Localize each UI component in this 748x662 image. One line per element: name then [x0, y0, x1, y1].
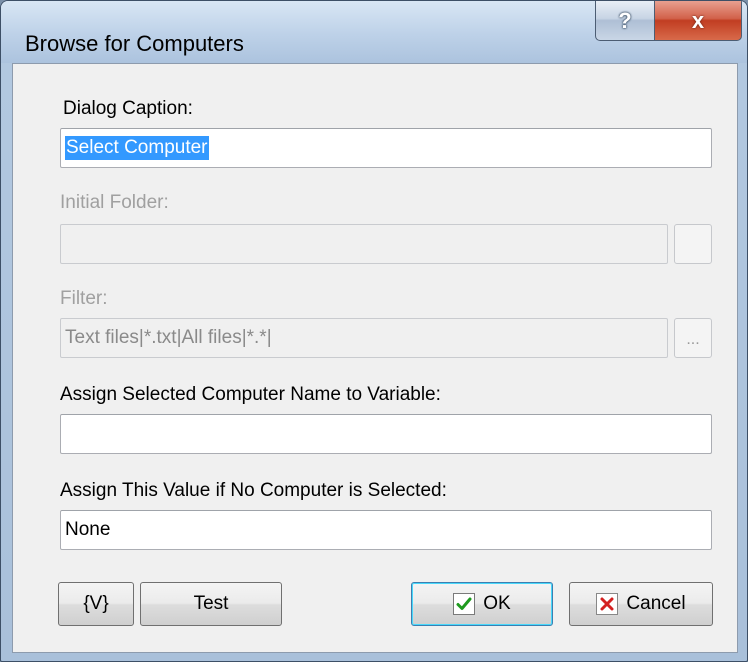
no-selection-input[interactable]: None [60, 510, 712, 550]
filter-browse-button[interactable]: ... [674, 318, 712, 358]
title-bar[interactable]: Browse for Computers ? x [1, 1, 747, 63]
filter-input[interactable]: Text files|*.txt|All files|*.*| [60, 318, 668, 358]
filter-value: Text files|*.txt|All files|*.*| [65, 327, 272, 348]
checkmark-icon [453, 593, 476, 615]
cancel-button[interactable]: Cancel [569, 582, 713, 626]
ok-button[interactable]: OK [411, 582, 553, 626]
initial-folder-input[interactable] [60, 224, 668, 264]
test-button[interactable]: Test [140, 582, 282, 626]
dialog-caption-value: Select Computer [65, 136, 209, 160]
initial-folder-browse-button[interactable] [674, 224, 712, 264]
dialog-client-area: Dialog Caption: Select Computer Initial … [12, 63, 738, 653]
filter-label: Filter: [60, 288, 108, 309]
initial-folder-label: Initial Folder: [60, 192, 169, 213]
variables-button[interactable]: {V} [58, 582, 134, 626]
help-button[interactable]: ? [595, 1, 655, 41]
filter-browse-label: ... [686, 331, 700, 348]
dialog-caption-input[interactable]: Select Computer [60, 128, 712, 168]
close-icon: x [691, 7, 705, 33]
close-button[interactable]: x [654, 1, 742, 41]
variables-button-label: {V} [83, 593, 109, 614]
no-selection-label: Assign This Value if No Computer is Sele… [60, 480, 447, 501]
cancel-button-label: Cancel [626, 593, 686, 614]
assign-variable-input[interactable] [60, 414, 712, 454]
assign-variable-label: Assign Selected Computer Name to Variabl… [60, 384, 441, 405]
dialog-window: Browse for Computers ? x Dialog Caption:… [0, 0, 748, 662]
test-button-label: Test [193, 593, 229, 614]
window-title: Browse for Computers [25, 31, 244, 56]
cancel-x-icon [596, 593, 619, 615]
ok-button-label: OK [483, 593, 511, 614]
no-selection-value: None [65, 519, 111, 540]
dialog-caption-label: Dialog Caption: [63, 98, 193, 119]
help-icon: ? [618, 7, 632, 33]
